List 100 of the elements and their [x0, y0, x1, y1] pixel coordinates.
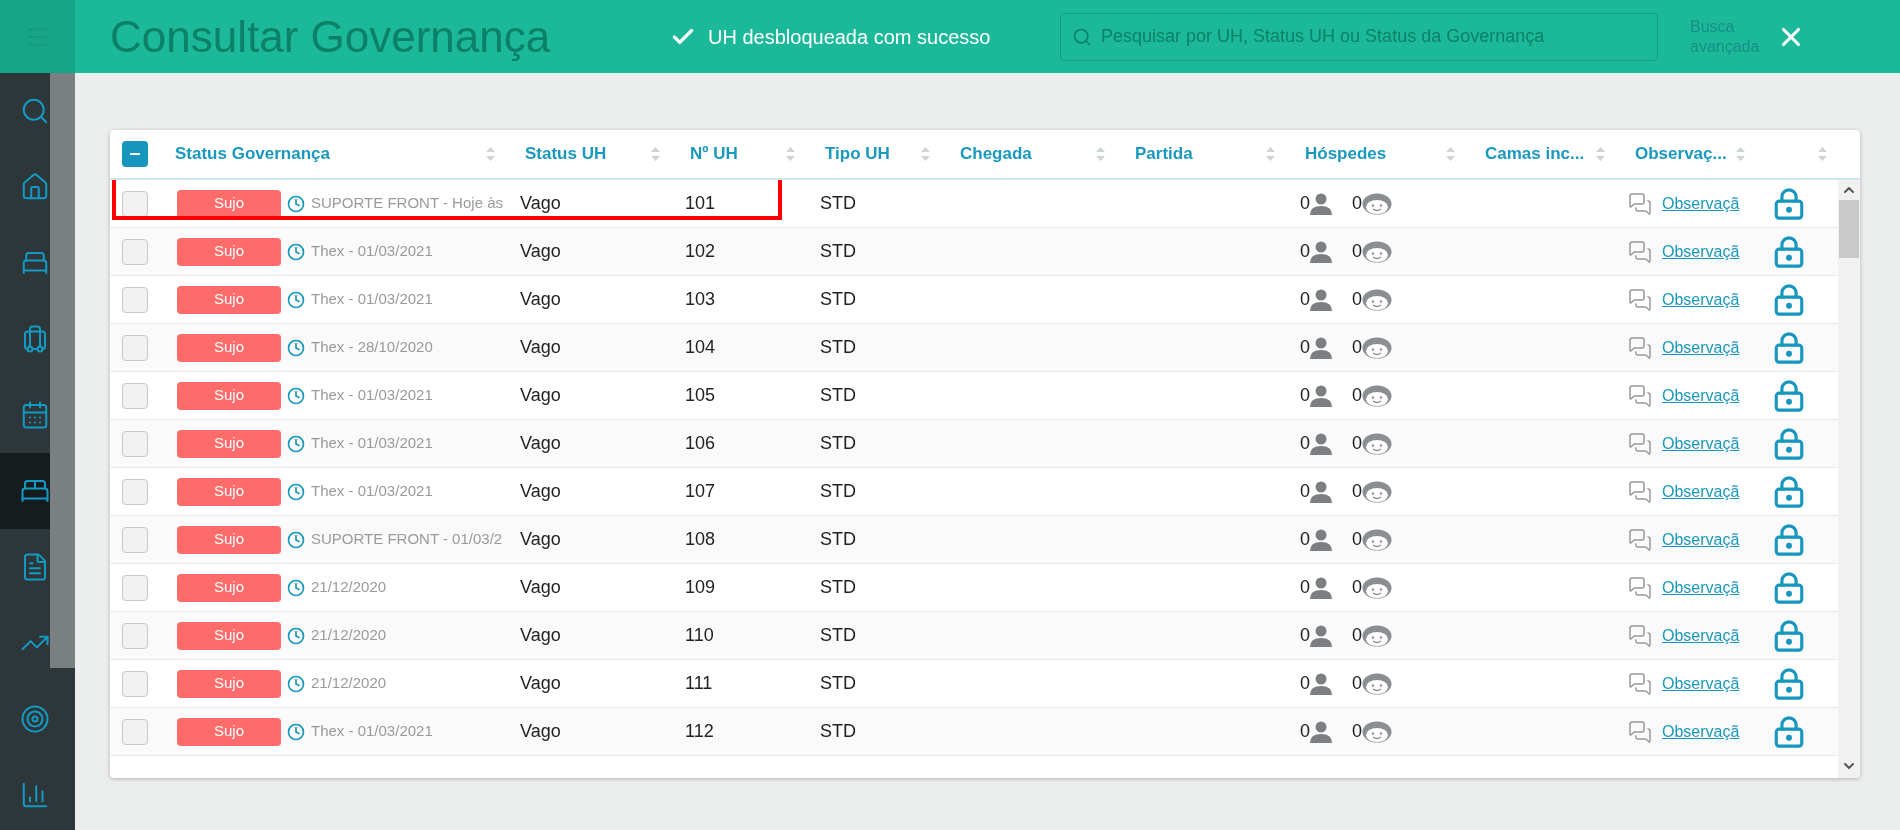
table-row[interactable]: Sujo SUPORTE FRONT - 01/03/2 Vago 108 STD 0 0 Observaçã — [110, 516, 1838, 564]
comments-icon[interactable] — [1628, 287, 1652, 312]
clock-icon — [287, 242, 305, 261]
comments-icon[interactable] — [1628, 575, 1652, 600]
column-header[interactable]: Partida — [1135, 141, 1193, 167]
comments-icon[interactable] — [1628, 383, 1652, 408]
governance-note: Thex - 01/03/2021 — [311, 289, 433, 310]
lock-icon[interactable] — [1772, 618, 1806, 653]
table-cell-text: STD — [819, 576, 857, 599]
comments-icon[interactable] — [1628, 431, 1652, 456]
table-row[interactable]: Sujo 21/12/2020 Vago 111 STD 0 0 Observaçã — [110, 660, 1838, 708]
table-row[interactable]: Sujo Thex - 01/03/2021 Vago 105 STD 0 0 Observaçã — [110, 372, 1838, 420]
column-header[interactable]: Camas inc... — [1485, 141, 1585, 167]
column-header[interactable]: Observaç... — [1635, 141, 1727, 167]
comments-icon[interactable] — [1628, 479, 1652, 504]
comments-icon[interactable] — [1628, 335, 1652, 360]
comments-icon[interactable] — [1628, 719, 1652, 744]
search-field[interactable]: Pesquisar por UH, Status UH ou Status da Governança — [1060, 12, 1658, 61]
sort-icon[interactable] — [1818, 147, 1827, 161]
sidebar-scrollbar[interactable] — [50, 73, 75, 668]
row-checkbox[interactable] — [122, 526, 148, 553]
observation-link[interactable]: Observaçã — [1662, 335, 1740, 360]
row-checkbox[interactable] — [122, 670, 148, 697]
observation-link[interactable]: Observaçã — [1662, 671, 1740, 696]
person-icon — [1310, 528, 1332, 551]
sort-icon[interactable] — [1596, 147, 1605, 161]
status-badge: Sujo — [177, 429, 281, 458]
lock-icon[interactable] — [1772, 186, 1806, 221]
row-checkbox[interactable] — [122, 286, 148, 313]
sort-icon[interactable] — [1266, 147, 1275, 161]
row-checkbox[interactable] — [122, 430, 148, 457]
table-row[interactable]: Sujo Thex - 01/03/2021 Vago 112 STD 0 0 Observaçã — [110, 708, 1838, 756]
row-checkbox[interactable] — [122, 478, 148, 505]
lock-icon[interactable] — [1772, 714, 1806, 749]
sort-icon[interactable] — [1446, 147, 1455, 161]
observation-link[interactable]: Observaçã — [1662, 719, 1740, 744]
table-row[interactable]: Sujo 21/12/2020 Vago 110 STD 0 0 Observaçã — [110, 612, 1838, 660]
table-row[interactable]: Sujo SUPORTE FRONT - Hoje às Vago 101 STD 0 0 Observaçã — [110, 180, 1838, 228]
sort-icon[interactable] — [486, 147, 495, 161]
comments-icon[interactable] — [1628, 527, 1652, 552]
person-icon — [1310, 288, 1332, 311]
lock-icon[interactable] — [1772, 666, 1806, 701]
sort-icon[interactable] — [1096, 147, 1105, 161]
row-checkbox[interactable] — [122, 190, 148, 217]
column-header[interactable]: Status UH — [525, 141, 607, 167]
select-all-checkbox[interactable] — [122, 141, 148, 167]
column-header[interactable]: Status Governança — [175, 141, 330, 167]
table-row[interactable]: Sujo 21/12/2020 Vago 109 STD 0 0 Observaçã — [110, 564, 1838, 612]
lock-icon[interactable] — [1772, 426, 1806, 461]
lock-icon[interactable] — [1772, 522, 1806, 557]
table-row[interactable]: Sujo Thex - 28/10/2020 Vago 104 STD 0 0 Observaçã — [110, 324, 1838, 372]
table-row[interactable]: Sujo Thex - 01/03/2021 Vago 107 STD 0 0 Observaçã — [110, 468, 1838, 516]
observation-link[interactable]: Observaçã — [1662, 239, 1740, 264]
table-cell-text: STD — [819, 432, 857, 455]
observation-link[interactable]: Observaçã — [1662, 623, 1740, 648]
table-row[interactable]: Sujo Thex - 01/03/2021 Vago 103 STD 0 0 Observaçã — [110, 276, 1838, 324]
row-checkbox[interactable] — [122, 574, 148, 601]
sort-icon[interactable] — [651, 147, 660, 161]
lock-icon[interactable] — [1772, 234, 1806, 269]
status-badge: Sujo — [177, 189, 281, 218]
lock-icon[interactable] — [1772, 330, 1806, 365]
sort-icon[interactable] — [1736, 147, 1745, 161]
observation-link[interactable]: Observaçã — [1662, 527, 1740, 552]
row-checkbox[interactable] — [122, 382, 148, 409]
row-checkbox[interactable] — [122, 238, 148, 265]
sidebar-item[interactable] — [0, 453, 50, 529]
row-checkbox[interactable] — [122, 718, 148, 745]
table-scrollbar[interactable] — [1838, 180, 1860, 778]
lock-icon[interactable] — [1772, 378, 1806, 413]
status-badge: Sujo — [177, 621, 281, 650]
lock-icon[interactable] — [1772, 282, 1806, 317]
person-icon — [1310, 672, 1332, 695]
column-header[interactable]: Chegada — [960, 141, 1032, 167]
comments-icon[interactable] — [1628, 191, 1652, 216]
column-header[interactable]: Hóspedes — [1305, 141, 1387, 167]
comments-icon[interactable] — [1628, 239, 1652, 264]
column-header[interactable]: Tipo UH — [825, 141, 890, 167]
comments-icon[interactable] — [1628, 671, 1652, 696]
child-count: 0 — [1352, 528, 1363, 551]
table-row[interactable]: Sujo Thex - 01/03/2021 Vago 106 STD 0 0 Observaçã — [110, 420, 1838, 468]
observation-link[interactable]: Observaçã — [1662, 383, 1740, 408]
adult-count: 0 — [1300, 672, 1310, 695]
table-row[interactable]: Sujo Thex - 01/03/2021 Vago 102 STD 0 0 Observaçã — [110, 228, 1838, 276]
lock-icon[interactable] — [1772, 570, 1806, 605]
observation-link[interactable]: Observaçã — [1662, 479, 1740, 504]
row-checkbox[interactable] — [122, 334, 148, 361]
table-cell-text: STD — [819, 624, 857, 647]
column-header[interactable]: Nº UH — [690, 141, 738, 167]
observation-link[interactable]: Observaçã — [1662, 191, 1740, 216]
sort-icon[interactable] — [786, 147, 795, 161]
status-badge: Sujo — [177, 573, 281, 602]
row-checkbox[interactable] — [122, 622, 148, 649]
observation-link[interactable]: Observaçã — [1662, 287, 1740, 312]
clock-icon — [287, 338, 305, 357]
lock-icon[interactable] — [1772, 474, 1806, 509]
scrollbar-thumb[interactable] — [1839, 200, 1859, 258]
comments-icon[interactable] — [1628, 623, 1652, 648]
sort-icon[interactable] — [921, 147, 930, 161]
observation-link[interactable]: Observaçã — [1662, 575, 1740, 600]
observation-link[interactable]: Observaçã — [1662, 431, 1740, 456]
